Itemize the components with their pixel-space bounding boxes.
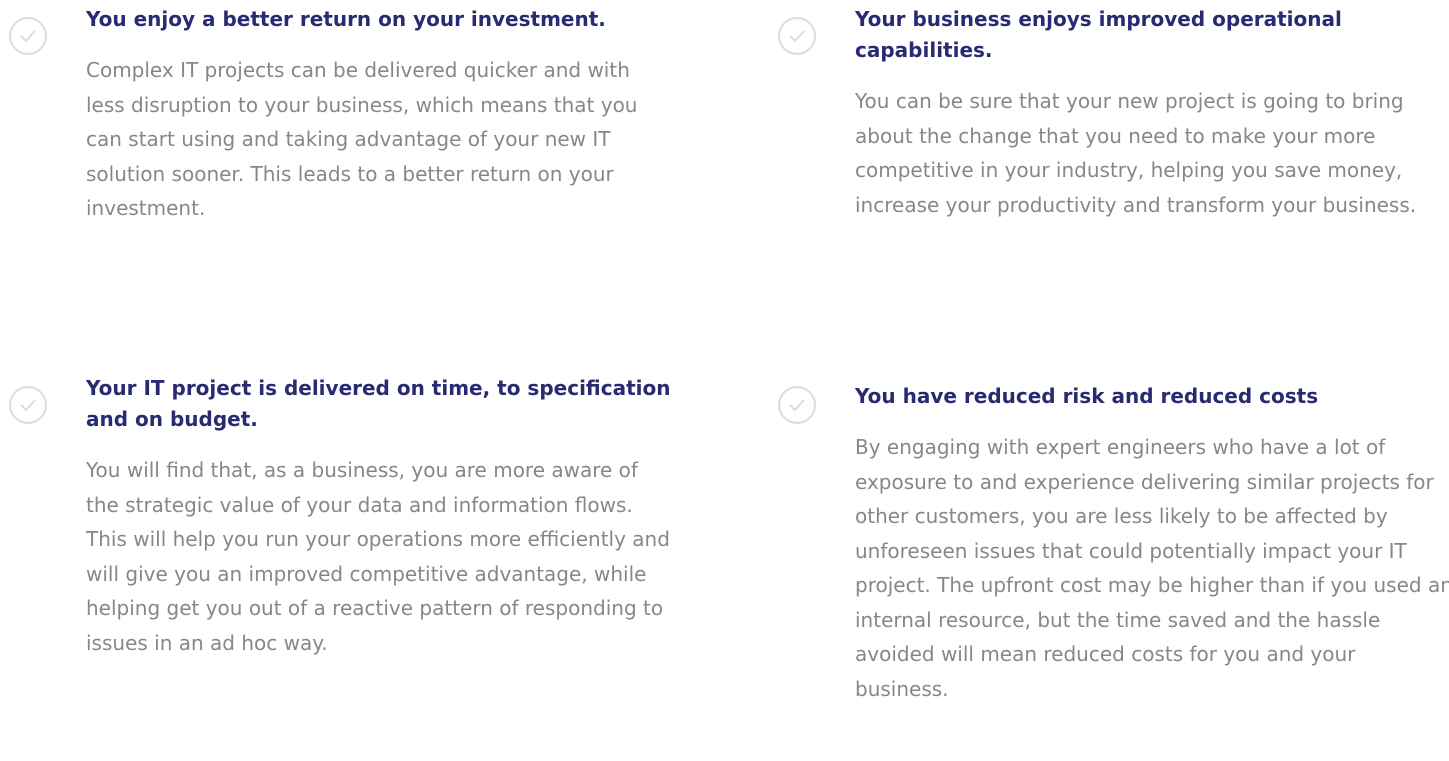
benefit-title: Your IT project is delivered on time, to… xyxy=(86,376,671,431)
benefit-description: You can be sure that your new project is… xyxy=(855,89,1417,217)
benefit-description: Complex IT projects can be delivered qui… xyxy=(86,58,638,220)
benefit-title: You have reduced risk and reduced costs xyxy=(855,384,1319,408)
check-circle-icon xyxy=(777,385,817,425)
benefit-description: By engaging with expert engineers who ha… xyxy=(855,435,1449,701)
benefit-title: You enjoy a better return on your invest… xyxy=(86,7,606,31)
check-circle-icon xyxy=(777,16,817,56)
check-circle-icon xyxy=(8,16,48,56)
benefit-title: Your business enjoys improved operationa… xyxy=(855,7,1342,62)
check-circle-icon xyxy=(8,385,48,425)
benefit-description: You will find that, as a business, you a… xyxy=(86,458,670,655)
